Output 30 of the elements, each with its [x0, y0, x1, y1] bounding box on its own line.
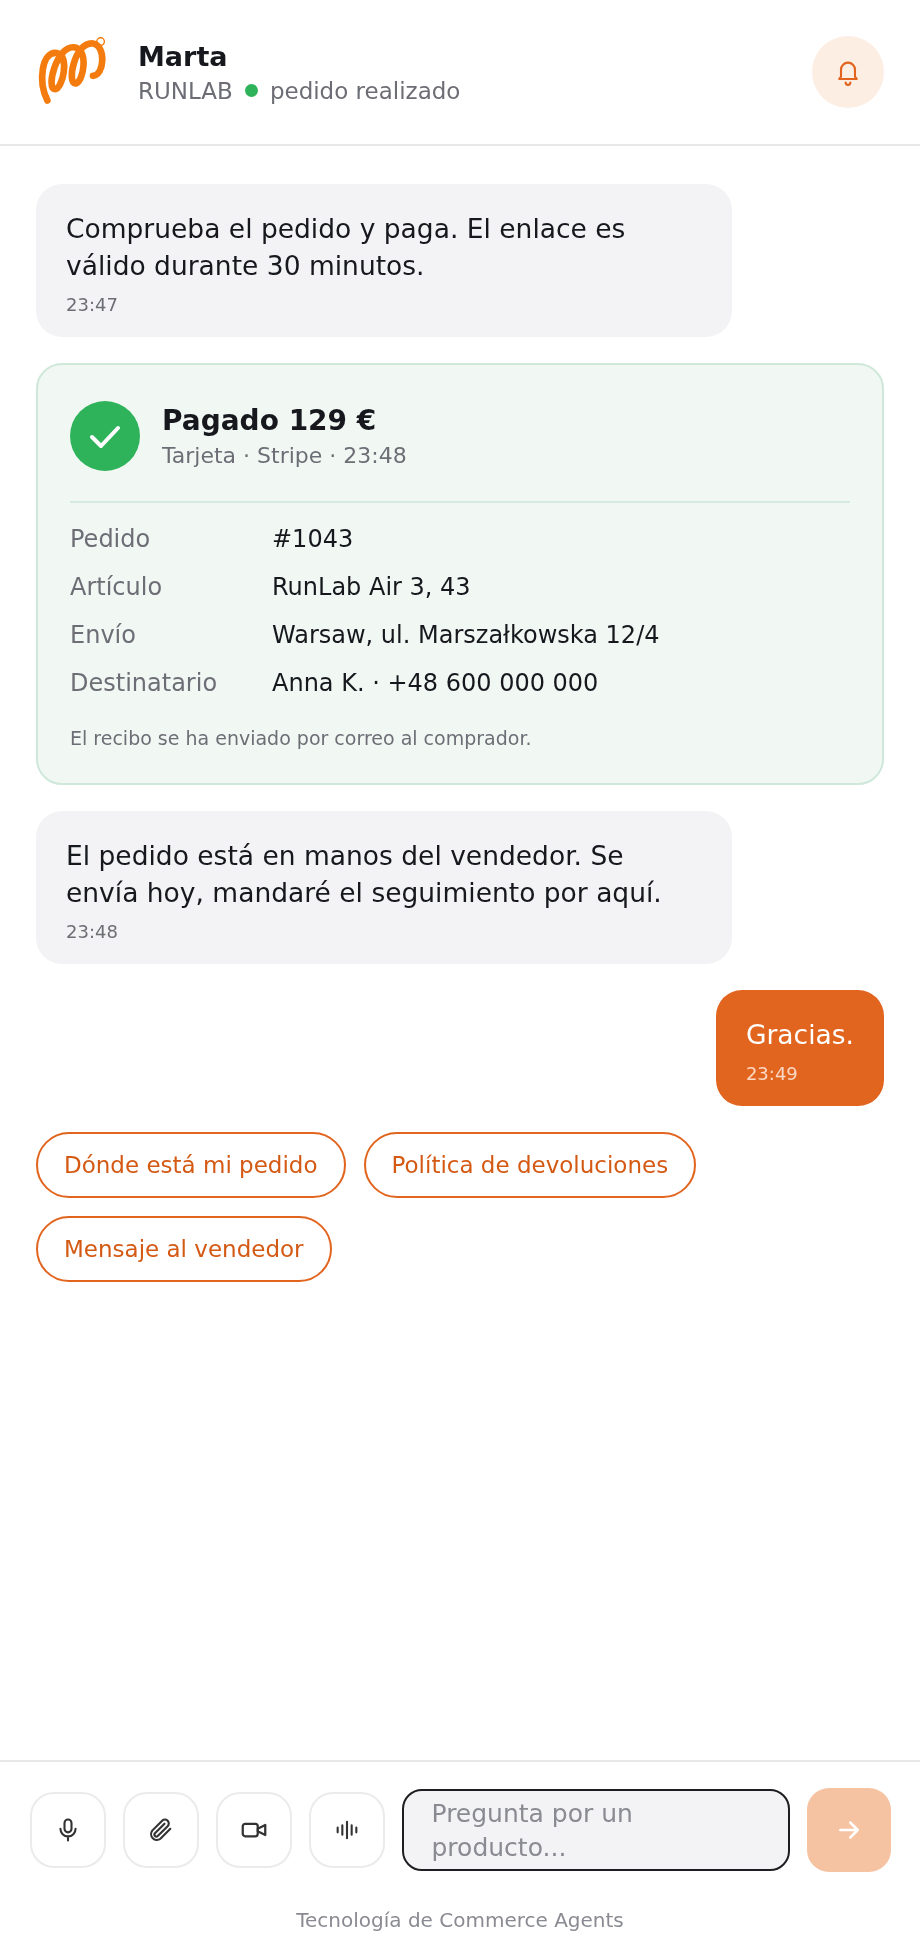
field-value: Warsaw, ul. Marszałkowska 12/4 [272, 621, 661, 650]
payment-title: Pagado 129 € [162, 404, 378, 438]
video-button[interactable] [215, 1792, 292, 1868]
receipt-note: El recibo se ha enviado por correo al comprador. [70, 727, 533, 750]
footer-text: Tecnología de Commerce Agents [296, 1908, 624, 1932]
status-text: pedido realizado [269, 77, 461, 104]
check-icon [70, 401, 140, 472]
agent-name: Marta [138, 40, 229, 72]
message-time: 23:47 [66, 294, 119, 316]
brand-name: RUNLAB [138, 77, 233, 104]
message-input[interactable]: Pregunta por un producto... [401, 1789, 790, 1871]
suggestion-chip[interactable]: Mensaje al vendedor [36, 1216, 332, 1283]
suggestion-chip[interactable]: Dónde está mi pedido [36, 1132, 346, 1199]
field-value: RunLab Air 3, 43 [272, 573, 472, 602]
field-value: #1043 [272, 525, 355, 554]
message-text: El pedido está en manos del vendedor. Se envía hoy, mandaré el seguimiento por aquí. [66, 839, 663, 911]
field-label: Artículo [70, 573, 164, 602]
attach-button[interactable] [122, 1792, 199, 1868]
voice-button[interactable] [308, 1792, 385, 1868]
field-label: Envío [70, 621, 137, 650]
message-time: 23:48 [66, 921, 119, 943]
microphone-button[interactable] [29, 1792, 106, 1868]
payment-details: Tarjeta · Stripe · 23:48 [162, 443, 407, 469]
field-label: Destinatario [70, 669, 219, 698]
suggestion-chip[interactable]: Política de devoluciones [363, 1132, 697, 1199]
message-text: Comprueba el pedido y paga. El enlace es válido durante 30 minutos. [66, 212, 627, 284]
field-label: Pedido [70, 525, 152, 554]
message-text: Gracias. [745, 1018, 854, 1053]
message-time: 23:49 [745, 1063, 799, 1085]
field-value: Anna K. · +48 600 000 000 [272, 669, 600, 698]
